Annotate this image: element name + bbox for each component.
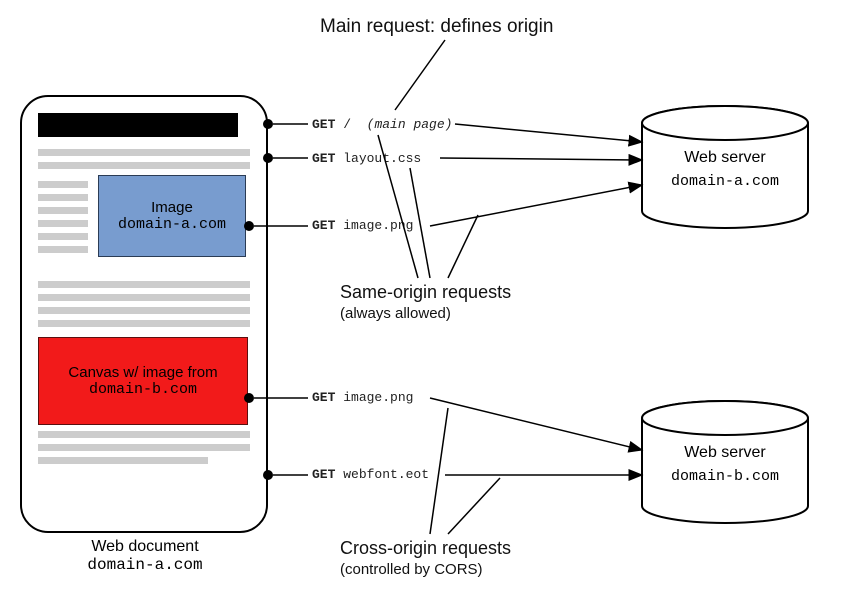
request-main: GET / (main page) — [312, 117, 452, 132]
server-a: Web server domain-a.com — [640, 105, 810, 229]
document-title-bar — [38, 113, 238, 137]
embedded-image: Image domain-a.com — [98, 175, 246, 257]
heading-main-request: Main request: defines origin — [320, 16, 553, 38]
document-caption: Web document domain-a.com — [30, 538, 260, 574]
dot-canvas — [244, 393, 254, 403]
canvas-label: Canvas w/ image from — [68, 364, 217, 381]
server-b-label: Web server — [640, 444, 810, 462]
server-a-domain: domain-a.com — [640, 173, 810, 190]
dot-font — [263, 470, 273, 480]
request-image-a: GET image.png — [312, 218, 413, 233]
request-font: GET webfont.eot — [312, 467, 429, 482]
request-image-b: GET image.png — [312, 390, 413, 405]
request-css: GET layout.css — [312, 151, 421, 166]
image-domain: domain-a.com — [118, 216, 226, 233]
dot-image — [244, 221, 254, 231]
server-b: Web server domain-b.com — [640, 400, 810, 524]
cylinder-icon — [640, 105, 810, 229]
dot-main — [263, 119, 273, 129]
heading-cross-origin: Cross-origin requests (controlled by COR… — [340, 538, 511, 578]
server-a-label: Web server — [640, 149, 810, 167]
dot-css — [263, 153, 273, 163]
cylinder-icon — [640, 400, 810, 524]
web-document: Image domain-a.com Canvas w/ image from … — [20, 95, 268, 533]
image-label: Image — [151, 199, 193, 216]
server-b-domain: domain-b.com — [640, 468, 810, 485]
heading-same-origin: Same-origin requests (always allowed) — [340, 282, 511, 322]
canvas-domain: domain-b.com — [89, 381, 197, 398]
embedded-canvas: Canvas w/ image from domain-b.com — [38, 337, 248, 425]
